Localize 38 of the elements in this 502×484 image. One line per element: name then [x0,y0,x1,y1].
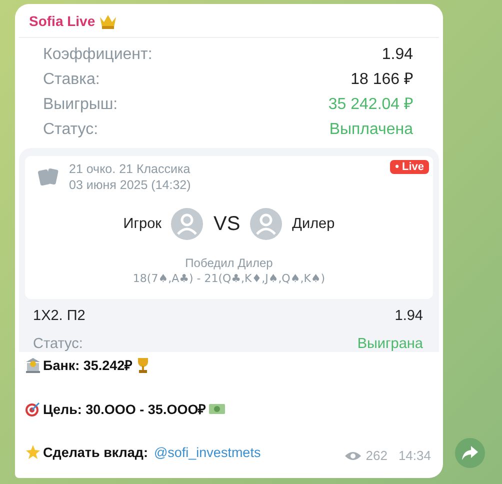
stat-value: 1.94 [382,45,413,65]
crown-icon [99,14,118,28]
game-date: 03 июня 2025 (14:32) [69,178,191,192]
stat-value: 18 166 ₽ [350,70,413,90]
cards-icon [37,167,59,187]
live-badge: • Live [390,160,429,174]
forward-button[interactable] [455,438,485,468]
status-value: Выиграна [357,336,423,352]
channel-link[interactable]: @sofi_investmets [154,444,261,460]
bet-market: 1X2. П2 [33,308,86,324]
stat-label: Коэффициент: [43,45,152,65]
stat-value: 35 242.04 ₽ [328,95,413,115]
sender-name[interactable]: Sofia Live [29,13,96,29]
player-name: Игрок [123,216,162,232]
versus-label: VS [213,212,240,236]
hands-text: 18(7♠,A♣) - 21(Q♣,K♦,J♠,Q♠,K♠) [132,272,326,285]
message-time: 14:34 [398,448,431,463]
view-count: 262 [366,448,388,463]
stat-label: Выигрыш: [43,95,118,115]
target-icon [25,401,41,417]
money-icon [208,402,226,416]
share-icon [462,446,478,460]
dealer-name: Дилер [292,216,335,232]
stat-value: Выплачена [329,120,413,140]
stat-label: Ставка: [43,70,100,90]
star-icon [25,444,41,460]
message-line: Цель: 30.OOO - 35.OOO₽ [43,401,206,418]
game-title: 21 очко. 21 Классика [69,162,191,176]
stat-label: Статус: [43,120,98,140]
bank-icon [25,357,41,373]
avatar-icon [250,208,282,240]
message-line: Банк: 35.242₽ [43,357,133,374]
status-label: Статус: [33,336,83,352]
message-line: Сделать вклад: [43,444,148,460]
bet-odds: 1.94 [394,308,423,324]
result-text: Победил Дилер [185,256,273,270]
avatar-icon [171,208,204,240]
eye-icon [344,450,361,460]
